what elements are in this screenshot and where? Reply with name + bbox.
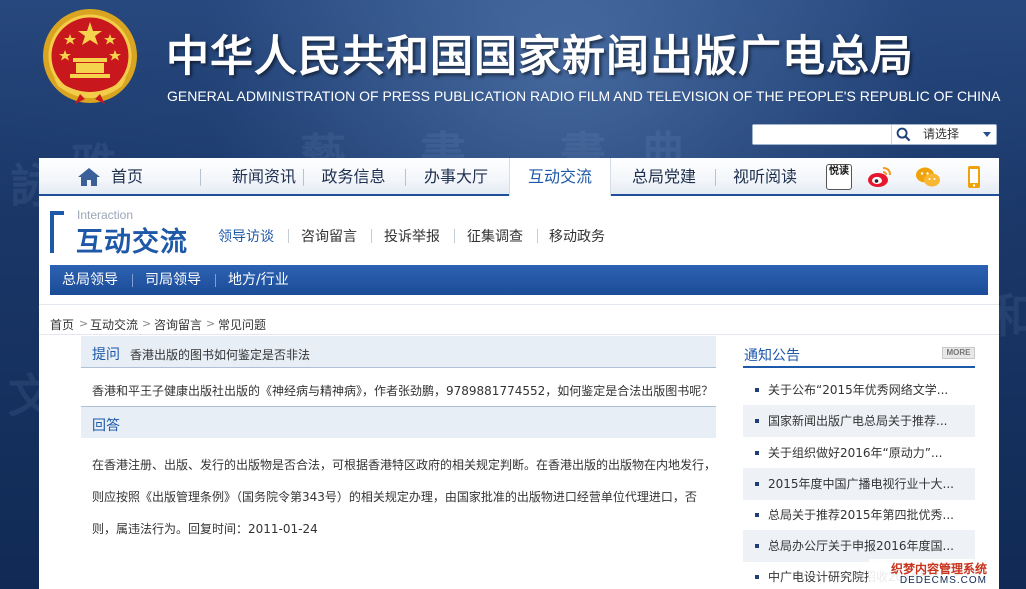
- nav-item-label: 政务信息: [321, 167, 386, 186]
- search-bar: 请选择: [752, 124, 997, 145]
- search-input[interactable]: [753, 125, 891, 144]
- answer-body: 在香港注册、出版、发行的出版物是否合法，可根据香港特区政府的相关规定判断。在香港…: [92, 458, 717, 536]
- nav-divider: [200, 169, 201, 186]
- notice-item-text: 2015年度中国广播电视行业十大...: [768, 477, 954, 491]
- chevron-down-icon: [983, 132, 991, 137]
- subnav-complaint[interactable]: 投诉举报: [384, 226, 440, 246]
- nav-item-service-hall[interactable]: 办事大厅: [405, 158, 507, 196]
- notice-header: 通知公告 MORE: [743, 338, 975, 368]
- subnav-divider: [537, 229, 538, 243]
- home-icon: [78, 168, 100, 186]
- bullet-icon: [755, 419, 759, 423]
- bullet-icon: [755, 544, 759, 548]
- watermark-en: DEDECMS.COM: [899, 575, 987, 586]
- nav-item-label: 互动交流: [527, 167, 592, 186]
- notice-item-text: 国家新闻出版广电总局关于推荐...: [768, 414, 948, 428]
- subnav-divider: [371, 229, 372, 243]
- notice-item[interactable]: 国家新闻出版广电总局关于推荐...: [743, 405, 975, 437]
- subnav-divider: [454, 229, 455, 243]
- subnav-divider: [288, 229, 289, 243]
- national-emblem-icon: [43, 9, 137, 104]
- question-title: 香港出版的图书如何鉴定是否非法: [130, 348, 311, 362]
- divider: [39, 334, 999, 335]
- wechat-icon[interactable]: [915, 164, 941, 190]
- search-icon: [896, 127, 911, 142]
- search-select-label: 请选择: [923, 127, 960, 141]
- bullet-icon: [755, 575, 759, 579]
- search-button[interactable]: [891, 125, 915, 144]
- breadcrumb-item[interactable]: 咨询留言: [154, 316, 202, 333]
- site-title: 中华人民共和国国家新闻出版广电总局: [166, 32, 914, 82]
- subnav-survey[interactable]: 征集调查: [467, 226, 523, 246]
- nav-item-label: 首页: [111, 167, 144, 186]
- answer-header: 回答: [81, 406, 716, 438]
- section-logo-accent: [50, 211, 54, 253]
- question-body: 香港和平王子健康出版社出版的《神经病与精神病》，作者张劲鹏，9789881774…: [92, 384, 714, 398]
- subnav-mobile-gov[interactable]: 移动政务: [549, 226, 605, 246]
- notice-item-text: 关于组织做好2016年“原动力”...: [768, 446, 943, 460]
- nav-item-label: 新闻资讯: [231, 167, 296, 186]
- site-subtitle: GENERAL ADMINISTRATION OF PRESS PUBLICAT…: [167, 88, 1001, 104]
- watermark: 织梦内容管理系统 DEDECMS.COM: [869, 559, 991, 589]
- notice-item[interactable]: 关于组织做好2016年“原动力”...: [743, 437, 975, 469]
- search-category-select[interactable]: 请选择: [919, 125, 997, 144]
- nav-item-media[interactable]: 视听阅读: [715, 158, 815, 196]
- breadcrumb-separator: >: [206, 317, 216, 330]
- breadcrumb-separator: >: [79, 317, 89, 330]
- yuedu-icon[interactable]: 悦读: [826, 164, 852, 190]
- divider: [39, 304, 999, 305]
- bullet-icon: [755, 451, 759, 455]
- bluebar-divider: [132, 274, 133, 287]
- nav-item-label: 视听阅读: [732, 167, 797, 186]
- notice-item[interactable]: 总局办公厅关于申报2016年度国...: [743, 530, 975, 562]
- main-navigation: 首页 新闻资讯 政务信息 办事大厅 互动交流 总局党建 视听阅读 悦读: [39, 158, 999, 196]
- section-logo-accent: [50, 211, 64, 215]
- nav-item-interaction[interactable]: 互动交流: [509, 158, 611, 196]
- breadcrumb-item[interactable]: 首页: [50, 316, 74, 333]
- breadcrumb-separator: >: [142, 317, 152, 330]
- bluebar-divider: [215, 274, 216, 287]
- nav-item-label: 总局党建: [631, 167, 696, 186]
- breadcrumb-item[interactable]: 互动交流: [90, 316, 138, 333]
- notice-item[interactable]: 2015年度中国广播电视行业十大...: [743, 468, 975, 500]
- section-title: 互动交流: [76, 227, 188, 258]
- subnav-leader-interview[interactable]: 领导访谈: [218, 226, 274, 246]
- bluebar-item-dept-leaders[interactable]: 司局领导: [145, 265, 201, 295]
- nav-item-home[interactable]: 首页: [57, 158, 169, 196]
- question-header: 提问 香港出版的图书如何鉴定是否非法: [81, 336, 716, 368]
- bullet-icon: [755, 513, 759, 517]
- notice-item-text: 总局关于推荐2015年第四批优秀...: [768, 508, 954, 522]
- bullet-icon: [755, 482, 759, 486]
- subnav-consult[interactable]: 咨询留言: [301, 226, 357, 246]
- weibo-icon[interactable]: [866, 164, 892, 190]
- notice-item[interactable]: 关于公布“2015年优秀网络文学...: [743, 374, 975, 406]
- notice-item-text: 关于公布“2015年优秀网络文学...: [768, 383, 949, 397]
- nav-item-label: 办事大厅: [423, 167, 488, 186]
- question-label: 提问: [92, 347, 120, 363]
- breadcrumb-item: 常见问题: [218, 318, 267, 332]
- answer-label: 回答: [92, 418, 120, 434]
- notice-item-text: 总局办公厅关于申报2016年度国...: [768, 539, 954, 553]
- bluebar-item-bureau-leaders[interactable]: 总局领导: [62, 265, 118, 295]
- notice-title: 通知公告: [744, 348, 800, 364]
- nav-item-party[interactable]: 总局党建: [613, 158, 715, 196]
- more-button[interactable]: MORE: [942, 347, 975, 359]
- mobile-icon[interactable]: [961, 164, 987, 190]
- bluebar-item-local-industry[interactable]: 地方/行业: [228, 265, 289, 295]
- notice-item[interactable]: 总局关于推荐2015年第四批优秀...: [743, 499, 975, 531]
- content-panel: 首页 新闻资讯 政务信息 办事大厅 互动交流 总局党建 视听阅读 悦读 Inte…: [39, 158, 999, 589]
- bullet-icon: [755, 388, 759, 392]
- nav-item-government[interactable]: 政务信息: [303, 158, 404, 196]
- secondary-navigation: 总局领导 司局领导 地方/行业: [50, 265, 988, 295]
